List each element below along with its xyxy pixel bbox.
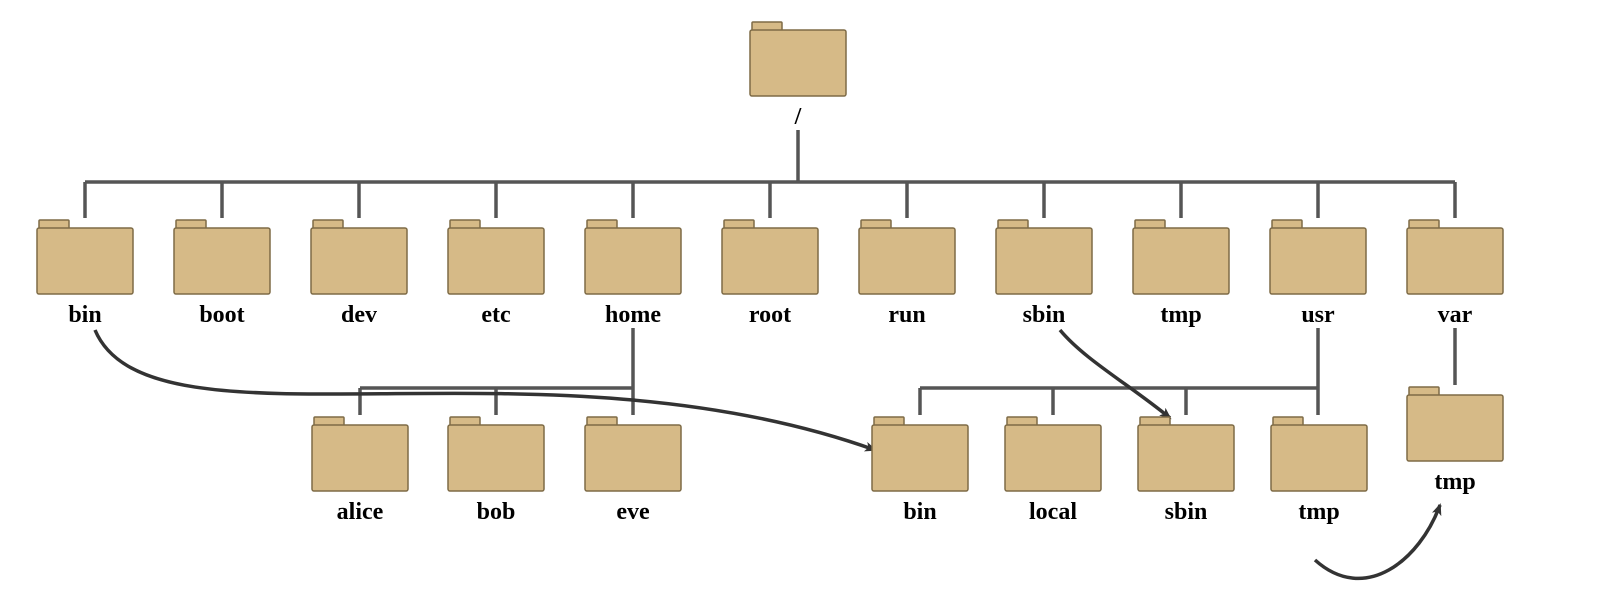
folder-label: var xyxy=(1438,302,1473,329)
folder-icon xyxy=(446,415,546,493)
folder-icon xyxy=(870,415,970,493)
filesystem-tree-diagram: { "colors": { "folder_fill": "#d6ba87", … xyxy=(0,0,1600,614)
folder-var: var xyxy=(1405,218,1505,329)
folder-label: run xyxy=(888,302,925,329)
folder-eve: eve xyxy=(583,415,683,526)
folder-label: tmp xyxy=(1298,499,1339,526)
folder-icon xyxy=(309,218,409,296)
folder-label: tmp xyxy=(1434,469,1475,496)
folder-icon xyxy=(583,218,683,296)
folder-icon xyxy=(1269,415,1369,493)
folder-label: eve xyxy=(616,499,649,526)
folder-label: bin xyxy=(68,302,101,329)
folder-root-home: root xyxy=(720,218,820,329)
folder-tmp-top: tmp xyxy=(1131,218,1231,329)
folder-icon xyxy=(720,218,820,296)
folder-icon xyxy=(994,218,1094,296)
folder-icon xyxy=(748,20,848,98)
folder-label: tmp xyxy=(1160,302,1201,329)
folder-etc: etc xyxy=(446,218,546,329)
folder-boot: boot xyxy=(172,218,272,329)
folder-icon xyxy=(35,218,135,296)
folder-var-tmp: tmp xyxy=(1405,385,1505,496)
folder-label: sbin xyxy=(1023,302,1066,329)
folder-label: dev xyxy=(341,302,377,329)
folder-label: sbin xyxy=(1165,499,1208,526)
folder-icon xyxy=(1131,218,1231,296)
folder-icon xyxy=(1268,218,1368,296)
folder-icon xyxy=(446,218,546,296)
folder-label: bin xyxy=(903,499,936,526)
folder-icon xyxy=(1003,415,1103,493)
folder-bin: bin xyxy=(35,218,135,329)
folder-usr-local: local xyxy=(1003,415,1103,526)
folder-label: local xyxy=(1029,499,1077,526)
folder-label: alice xyxy=(337,499,384,526)
folder-icon xyxy=(310,415,410,493)
folder-bob: bob xyxy=(446,415,546,526)
folder-label: etc xyxy=(481,302,510,329)
folder-icon xyxy=(1136,415,1236,493)
folder-usr-sbin: sbin xyxy=(1136,415,1236,526)
folder-dev: dev xyxy=(309,218,409,329)
folder-icon xyxy=(1405,218,1505,296)
folder-icon xyxy=(1405,385,1505,463)
folder-label: root xyxy=(749,302,791,329)
folder-label: bob xyxy=(477,499,516,526)
folder-label: usr xyxy=(1301,302,1334,329)
folder-alice: alice xyxy=(310,415,410,526)
folder-run: run xyxy=(857,218,957,329)
folder-root: / xyxy=(748,20,848,131)
folder-home: home xyxy=(583,218,683,329)
folder-usr: usr xyxy=(1268,218,1368,329)
folder-label: boot xyxy=(199,302,244,329)
folder-sbin-top: sbin xyxy=(994,218,1094,329)
folder-usr-tmp: tmp xyxy=(1269,415,1369,526)
folder-icon xyxy=(583,415,683,493)
folder-label: / xyxy=(795,104,802,131)
folder-icon xyxy=(857,218,957,296)
folder-icon xyxy=(172,218,272,296)
folder-usr-bin: bin xyxy=(870,415,970,526)
folder-label: home xyxy=(605,302,661,329)
